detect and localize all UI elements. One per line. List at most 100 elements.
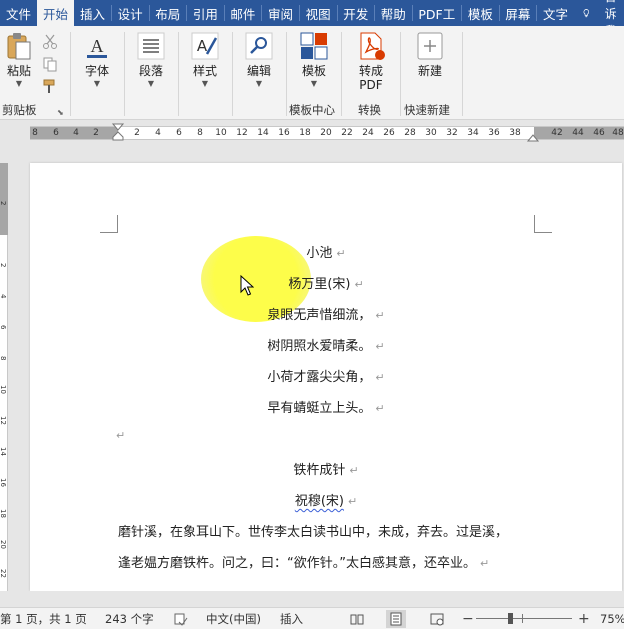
poem-author: 杨万里(宋) ↵ <box>30 273 622 292</box>
zoom-level[interactable]: 75% <box>600 612 624 626</box>
web-layout-icon[interactable] <box>430 612 444 626</box>
tell-me-box[interactable]: 告诉我 <box>582 0 624 38</box>
ruler-number: 10 <box>215 128 227 138</box>
tab-template[interactable]: 模板 <box>462 0 499 26</box>
vruler-number: 8 <box>0 356 7 360</box>
ruler-number: 24 <box>362 128 374 138</box>
styles-label: 样式 <box>192 64 217 78</box>
paste-button[interactable]: 粘贴 ▼ <box>0 30 42 88</box>
chevron-down-icon: ▼ <box>201 79 209 88</box>
word-count[interactable]: 243 个字 <box>105 611 154 627</box>
print-layout-icon[interactable] <box>386 610 406 628</box>
template-center-group-label: 模板中心 <box>289 103 335 117</box>
tab-file[interactable]: 文件 <box>0 0 37 26</box>
ruler-number: 22 <box>341 128 353 138</box>
right-indent-marker-icon[interactable] <box>527 131 539 143</box>
template-icon <box>300 32 328 60</box>
tab-mailings[interactable]: 邮件 <box>224 0 261 26</box>
vruler-number: 14 <box>0 447 7 456</box>
indent-marker-icon[interactable] <box>112 123 124 145</box>
zoom-slider-thumb[interactable] <box>508 613 513 624</box>
margin-corner-mark <box>100 215 118 233</box>
ruler-number: 20 <box>320 128 332 138</box>
group-separator <box>70 32 71 116</box>
poem-line-text: 小荷才露尖尖角， <box>267 370 372 385</box>
styles-group: A 样式 ▼ <box>180 26 232 120</box>
paragraph-mark: ↵ <box>349 464 359 477</box>
poem-title: 小池 ↵ <box>30 242 622 261</box>
poem-title-text: 小池 <box>306 246 333 261</box>
convert-to-pdf-button[interactable]: 转成 PDF <box>348 30 394 92</box>
group-separator <box>124 32 125 116</box>
poem-author-text: 杨万里(宋) <box>288 277 351 292</box>
ruler-number: 30 <box>425 128 437 138</box>
ruler-number: 26 <box>383 128 395 138</box>
zoom-in-button[interactable]: + <box>578 611 590 627</box>
zoom-slider[interactable] <box>476 618 572 619</box>
paragraph-mark: ↵ <box>116 429 126 442</box>
styles-button[interactable]: A 样式 ▼ <box>182 30 228 88</box>
ruler-number: 42 <box>551 128 563 138</box>
paragraph-mark: ↵ <box>375 371 385 384</box>
new-document-button[interactable]: 新建 <box>407 30 453 78</box>
paragraph-mark: ↵ <box>347 495 358 508</box>
tab-pdf[interactable]: PDF工 <box>412 0 461 26</box>
ruler-number: 34 <box>467 128 479 138</box>
paragraph-label: 段落 <box>138 64 163 78</box>
copy-icon[interactable] <box>42 56 58 72</box>
chevron-down-icon: ▼ <box>255 79 263 88</box>
proofing-icon[interactable] <box>174 612 188 626</box>
ruler-number: 6 <box>53 128 59 138</box>
chevron-down-icon[interactable]: ▼ <box>16 79 22 88</box>
editing-button[interactable]: 编辑 ▼ <box>236 30 282 88</box>
ruler-number: 12 <box>236 128 248 138</box>
paragraph-group: 段落 ▼ <box>126 26 178 120</box>
clipboard-group: 粘贴 ▼ 剪贴板 ⬊ <box>0 26 70 120</box>
font-button[interactable]: A 字体 ▼ <box>74 30 120 88</box>
tab-home[interactable]: 开始 <box>37 0 75 26</box>
story-paragraph-line: 逢老媪方磨铁杵。问之，曰：“欲作针。”太白感其意，还卒业。 ↵ <box>118 552 489 571</box>
poem-line: 树阴照水爱晴柔。 ↵ <box>30 335 622 354</box>
group-separator <box>341 32 342 116</box>
new-document-label: 新建 <box>417 64 442 78</box>
horizontal-scroll-area[interactable] <box>0 591 624 607</box>
format-painter-icon[interactable] <box>42 78 58 94</box>
horizontal-ruler[interactable]: 8 6 4 2 2 4 6 8 10 12 14 16 18 20 22 24 … <box>0 121 624 145</box>
svg-text:A: A <box>91 36 104 56</box>
tab-screen[interactable]: 屏幕 <box>499 0 536 26</box>
cut-icon[interactable] <box>42 34 58 50</box>
pdf-icon <box>360 32 385 60</box>
read-mode-icon[interactable] <box>350 612 364 626</box>
dialog-launcher-icon[interactable]: ⬊ <box>57 108 65 117</box>
ruler-number: 16 <box>278 128 290 138</box>
tab-references[interactable]: 引用 <box>187 0 224 26</box>
font-icon: A <box>87 36 107 58</box>
tab-developer[interactable]: 开发 <box>337 0 374 26</box>
page-count[interactable]: 第 1 页，共 1 页 <box>0 611 87 627</box>
zoom-out-button[interactable]: − <box>462 611 474 627</box>
ruler-number: 36 <box>488 128 500 138</box>
ruler-number: 46 <box>593 128 605 138</box>
language[interactable]: 中文(中国) <box>206 611 261 627</box>
paragraph-button[interactable]: 段落 ▼ <box>128 30 174 88</box>
zoom-slider-mid-tick <box>522 614 523 623</box>
tab-insert[interactable]: 插入 <box>74 0 111 26</box>
vruler-number: 4 <box>0 294 7 298</box>
convert-group: 转成 PDF 转换 <box>343 26 399 120</box>
lightbulb-icon <box>583 9 590 18</box>
document-page[interactable]: 小池 ↵ 杨万里(宋) ↵ 泉眼无声惜细流， ↵ 树阴照水爱晴柔。 ↵ 小荷才露尖尖角，… <box>30 163 622 591</box>
tab-view[interactable]: 视图 <box>300 0 337 26</box>
tab-review[interactable]: 审阅 <box>262 0 299 26</box>
story-paragraph-text: 逢老媪方磨铁杵。问之，曰：“欲作针。”太白感其意，还卒业。 <box>118 556 476 571</box>
ruler-number: 18 <box>299 128 311 138</box>
tab-text[interactable]: 文字 <box>537 0 574 26</box>
insert-mode[interactable]: 插入 <box>280 611 303 627</box>
template-button[interactable]: 模板 ▼ <box>291 30 337 88</box>
tab-design[interactable]: 设计 <box>112 0 149 26</box>
vertical-ruler[interactable]: 2 2 4 6 8 10 12 14 16 18 20 22 <box>0 163 8 591</box>
poem-line-text: 树阴照水爱晴柔。 <box>267 339 372 354</box>
tab-layout[interactable]: 布局 <box>149 0 186 26</box>
paragraph-icon <box>137 32 165 60</box>
clipboard-group-label: 剪贴板 <box>2 103 37 117</box>
tab-help[interactable]: 帮助 <box>375 0 412 26</box>
